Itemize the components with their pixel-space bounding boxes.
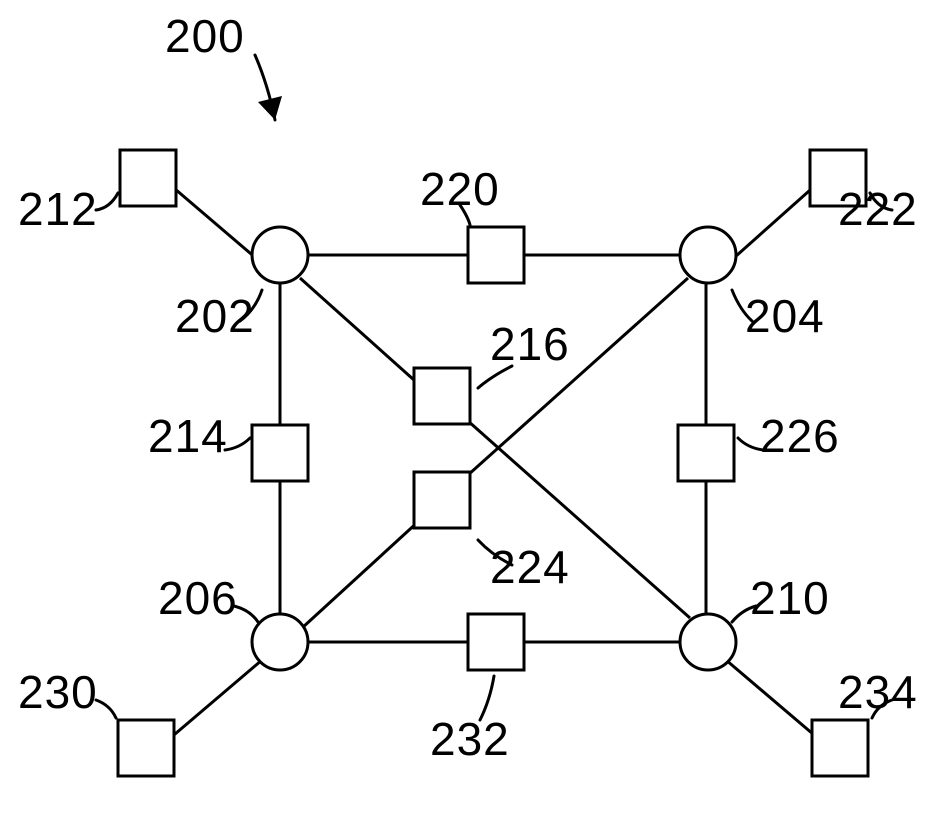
label-206: 206 — [158, 572, 238, 624]
edge-210-234 — [726, 660, 820, 740]
label-232: 232 — [430, 713, 510, 765]
edge-202-216 — [300, 278, 414, 380]
node-214 — [252, 425, 308, 481]
label-220: 220 — [420, 163, 500, 215]
variable-nodes — [252, 227, 736, 670]
leader-212 — [96, 193, 118, 210]
arrowhead-200 — [258, 96, 282, 120]
label-214: 214 — [148, 410, 228, 462]
node-216 — [414, 368, 470, 424]
node-232 — [468, 614, 524, 670]
node-234 — [812, 720, 868, 776]
leader-230 — [96, 700, 116, 718]
node-226 — [678, 425, 734, 481]
label-224: 224 — [490, 541, 570, 593]
label-210: 210 — [750, 572, 830, 624]
node-212 — [120, 150, 176, 206]
node-202 — [252, 227, 308, 283]
label-216: 216 — [490, 318, 570, 370]
label-230: 230 — [18, 666, 98, 718]
edge-204-222 — [726, 183, 818, 265]
node-204 — [680, 227, 736, 283]
diagram-svg: 200 212 222 220 202 204 216 214 226 224 … — [0, 0, 936, 834]
label-226: 226 — [760, 410, 840, 462]
node-230 — [118, 720, 174, 776]
node-206 — [252, 614, 308, 670]
edge-204-224 — [468, 278, 688, 475]
label-212: 212 — [18, 183, 98, 235]
node-224 — [414, 472, 470, 528]
label-200: 200 — [165, 10, 245, 62]
node-220 — [468, 227, 524, 283]
label-204: 204 — [745, 290, 825, 342]
edge-206-230 — [168, 660, 262, 740]
node-210 — [680, 614, 736, 670]
edge-202-212 — [168, 183, 264, 265]
label-202: 202 — [175, 290, 255, 342]
label-222: 222 — [838, 183, 918, 235]
edge-224-206 — [302, 520, 420, 628]
label-234: 234 — [838, 666, 918, 718]
leader-214 — [225, 438, 250, 450]
